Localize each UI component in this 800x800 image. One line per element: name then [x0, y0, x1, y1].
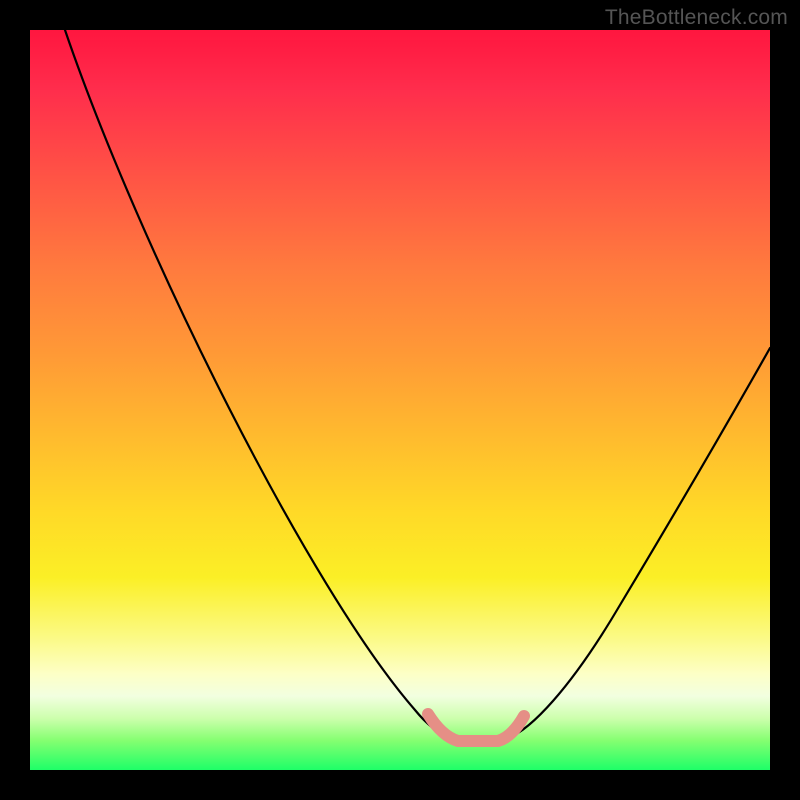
plot-area	[30, 30, 770, 770]
watermark-text: TheBottleneck.com	[605, 6, 788, 30]
optimal-zone-highlight	[428, 714, 524, 741]
chart-frame: TheBottleneck.com	[0, 0, 800, 800]
bottleneck-curve-right	[508, 348, 770, 738]
bottleneck-curve-left	[65, 30, 450, 738]
curve-svg	[30, 30, 770, 770]
